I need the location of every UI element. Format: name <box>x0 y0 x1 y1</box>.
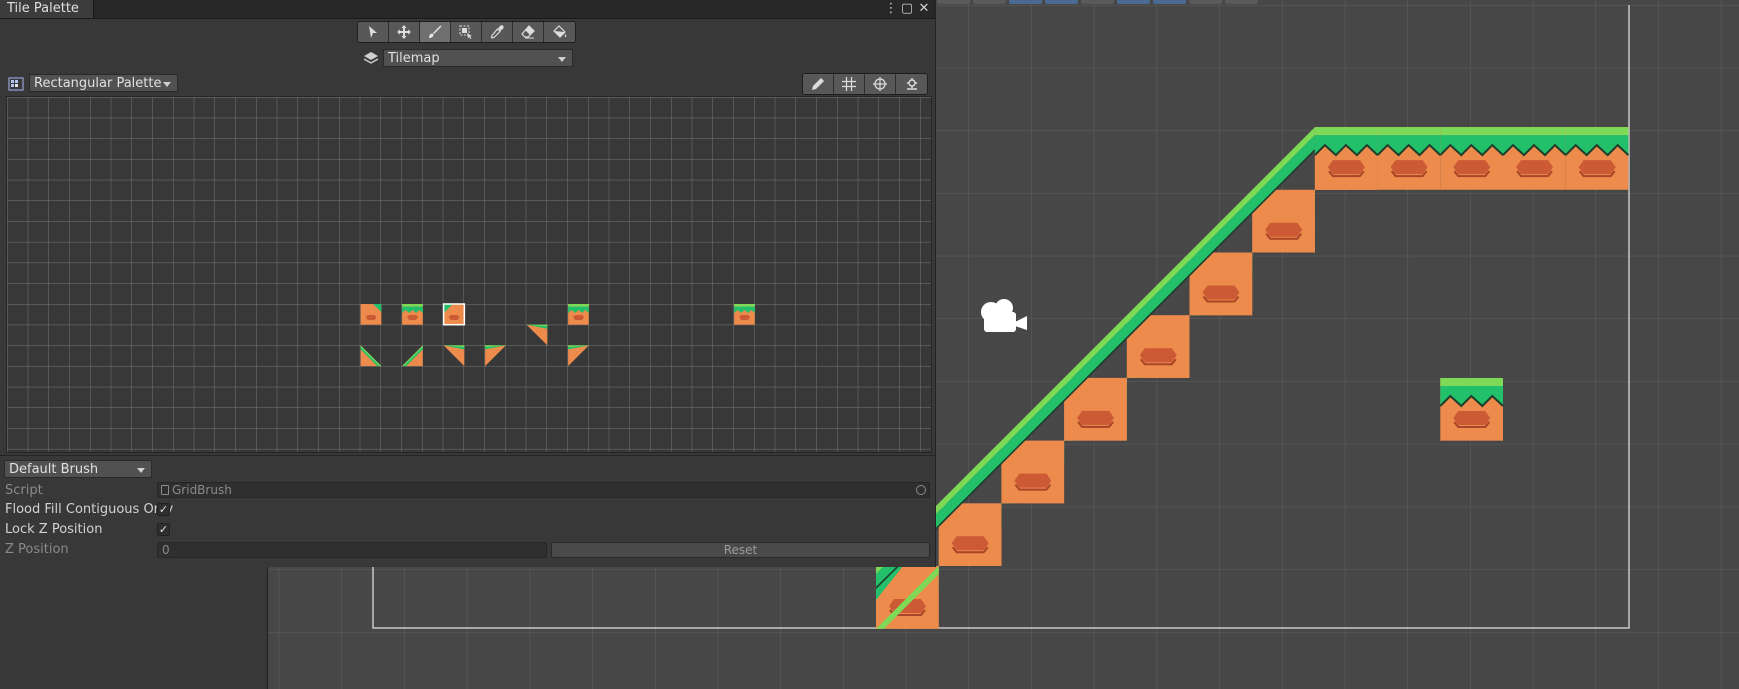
tab-tile-palette[interactable]: Tile Palette <box>0 0 94 18</box>
brush-dropdown[interactable]: Default Brush <box>4 460 152 478</box>
edit-palette-button[interactable] <box>803 74 834 94</box>
more-options-icon[interactable]: ⋮ <box>884 0 898 18</box>
brush-inspector: Default Brush Script GridBrush Flood Fil… <box>0 455 935 567</box>
scene-toolbar-strip <box>937 0 1739 4</box>
brush-value: Default Brush <box>9 462 99 477</box>
reset-button[interactable]: Reset <box>551 542 930 558</box>
scene-toolbar-button[interactable] <box>937 0 970 4</box>
paint-tool-button[interactable] <box>420 22 451 42</box>
paint-bucket-icon <box>552 25 566 38</box>
z-position-field[interactable]: 0 <box>157 542 547 558</box>
palette-settings-icon <box>906 78 917 90</box>
pencil-icon <box>812 78 824 90</box>
scene-toolbar-button[interactable] <box>1081 0 1114 4</box>
chevron-down-icon <box>558 57 566 62</box>
toggle-grid-button[interactable] <box>834 74 865 94</box>
maximize-icon[interactable]: ▢ <box>900 0 914 18</box>
scene-toolbar-button[interactable] <box>1153 0 1186 4</box>
active-tilemap-dropdown[interactable]: Tilemap <box>383 49 573 67</box>
object-picker-icon[interactable] <box>916 485 926 495</box>
select-tool-button[interactable] <box>358 22 389 42</box>
close-icon[interactable]: ✕ <box>917 0 931 18</box>
tab-bar: Tile Palette ⋮ ▢ ✕ <box>0 0 935 19</box>
scene-toolbar-button[interactable] <box>973 0 1006 4</box>
eraser-icon <box>521 25 535 39</box>
move-arrows-icon <box>397 25 411 39</box>
lock-z-label: Lock Z Position <box>5 522 103 537</box>
palette-settings-button[interactable] <box>896 74 927 94</box>
eyedropper-icon <box>490 25 504 39</box>
scene-toolbar-button[interactable] <box>1189 0 1222 4</box>
grid-icon <box>842 77 856 91</box>
move-tool-button[interactable] <box>389 22 420 42</box>
flood-fill-label: Flood Fill Contiguous Only <box>5 502 174 517</box>
active-tilemap-value: Tilemap <box>388 51 440 66</box>
erase-tool-button[interactable] <box>513 22 544 42</box>
scene-toolbar-button[interactable] <box>1045 0 1078 4</box>
top-row-tiles <box>1313 126 1630 191</box>
chevron-down-icon <box>137 468 145 473</box>
gizmo-icon <box>873 77 887 91</box>
scene-toolbar-button[interactable] <box>1009 0 1042 4</box>
box-fill-icon <box>459 25 472 39</box>
script-field: GridBrush <box>157 482 930 498</box>
script-value: GridBrush <box>172 483 232 497</box>
palette-grid[interactable] <box>6 96 932 453</box>
palette-value: Rectangular Palette <box>34 76 162 91</box>
z-position-label: Z Position <box>5 542 69 557</box>
palette-toolbar <box>802 73 928 95</box>
palette-grid-canvas <box>7 97 931 452</box>
script-label: Script <box>5 483 43 498</box>
lock-z-checkbox[interactable]: ✓ <box>157 523 170 536</box>
scene-toolbar-button[interactable] <box>1225 0 1258 4</box>
cursor-arrow-icon <box>369 26 377 38</box>
palette-icon <box>8 77 24 91</box>
gizmos-button[interactable] <box>865 74 896 94</box>
paintbrush-icon <box>429 25 442 38</box>
scene-toolbar-button[interactable] <box>1117 0 1150 4</box>
layers-icon <box>363 52 379 64</box>
box-fill-tool-button[interactable] <box>451 22 482 42</box>
script-file-icon <box>161 485 169 495</box>
floating-tile <box>1439 377 1504 442</box>
flood-fill-checkbox[interactable]: ✓ <box>157 503 170 516</box>
tool-strip <box>357 21 576 43</box>
hierarchy-panel <box>0 566 268 689</box>
flood-fill-tool-button[interactable] <box>544 22 575 42</box>
picker-tool-button[interactable] <box>482 22 513 42</box>
palette-dropdown[interactable]: Rectangular Palette <box>29 74 178 92</box>
chevron-down-icon <box>163 82 171 87</box>
tile-palette-window: Tile Palette ⋮ ▢ ✕ Tilemap Rectangular P… <box>0 0 936 567</box>
